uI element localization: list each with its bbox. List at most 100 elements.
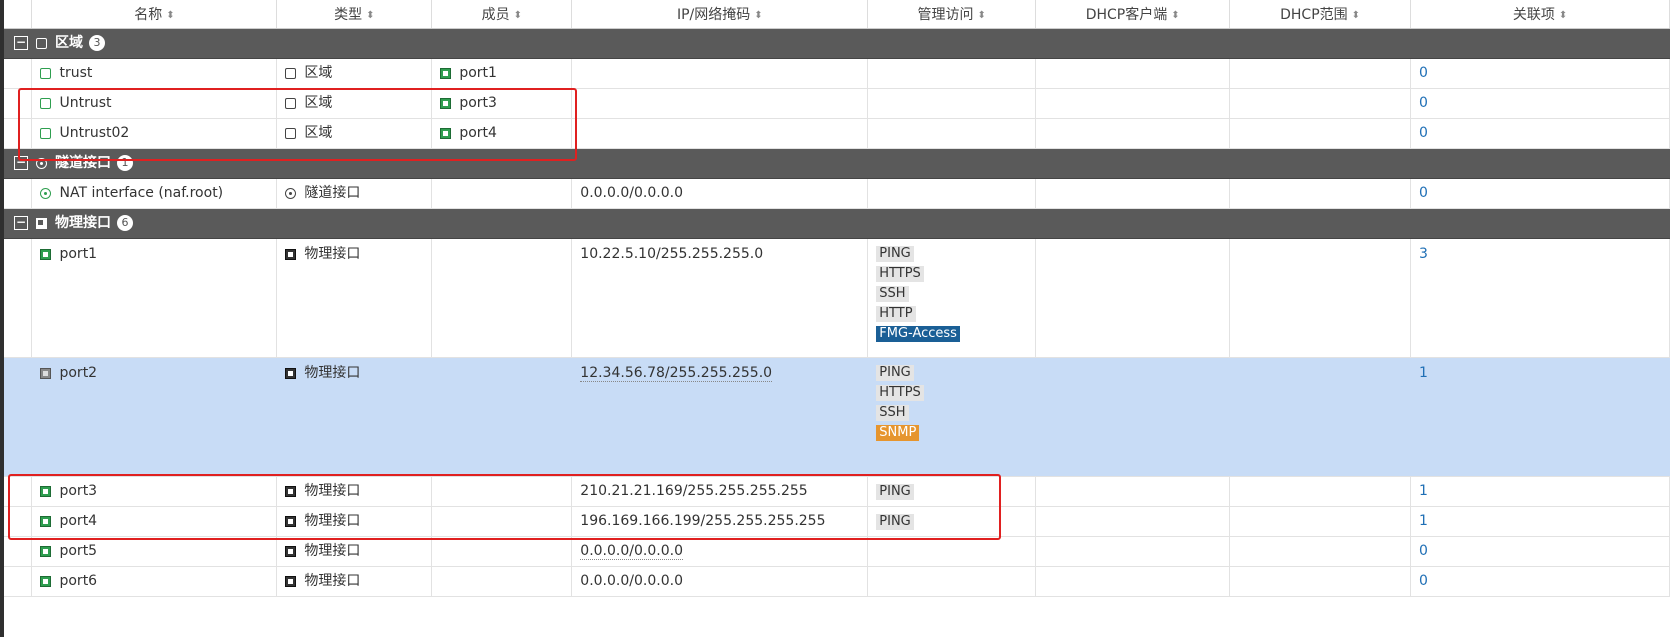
port-icon [40,367,52,379]
references-link[interactable]: 0 [1419,573,1428,589]
interface-name: port6 [59,573,98,589]
references-link[interactable]: 0 [1419,125,1428,141]
references-link[interactable]: 0 [1419,65,1428,81]
sort-icon[interactable]: ⬍ [754,10,762,21]
access-tag: SSH [876,286,909,302]
zone-icon [40,97,52,109]
zone-icon [285,127,297,139]
sort-icon[interactable]: ⬍ [1171,10,1179,21]
ip-mask: 0.0.0.0/0.0.0.0 [580,573,683,589]
ip-mask: 10.22.5.10/255.255.255.0 [580,246,764,262]
access-tag: FMG-Access [876,326,960,342]
group-row-physical[interactable]: − 物理接口 6 [4,208,1670,239]
access-tag: SNMP [876,425,920,441]
ip-mask: 12.34.56.78/255.255.255.0 [580,365,773,382]
port-icon [285,515,297,527]
table-row[interactable]: Untrust02 区域 port4 0 [4,118,1670,149]
zone-icon [285,67,297,79]
table-row[interactable]: port4 物理接口 196.169.166.199/255.255.255.2… [4,506,1670,537]
table-row[interactable]: port6 物理接口 0.0.0.0/0.0.0.0 0 [4,566,1670,597]
interface-name: port2 [59,365,98,381]
port-icon [40,485,52,497]
ip-mask: 0.0.0.0/0.0.0.0 [580,185,683,201]
table-row[interactable]: port5 物理接口 0.0.0.0/0.0.0.0 0 [4,536,1670,567]
port-icon [285,367,297,379]
interface-name: NAT interface (naf.root) [59,185,224,201]
table-row[interactable]: trust 区域 port1 0 [4,58,1670,89]
port-icon [40,575,52,587]
group-row-zone[interactable]: − 区域 3 [4,28,1670,59]
collapse-icon[interactable]: − [14,216,28,230]
port-icon [40,248,52,260]
interface-name: port3 [59,483,98,499]
sort-icon[interactable]: ⬍ [1559,10,1567,21]
interface-name: port1 [59,246,98,262]
port-icon [285,485,297,497]
references-link[interactable]: 3 [1419,246,1428,262]
port-icon [285,248,297,260]
group-count-badge: 3 [89,35,105,51]
interface-name: trust [59,65,93,81]
group-count-badge: 1 [117,155,133,171]
port-icon [40,515,52,527]
references-link[interactable]: 1 [1419,365,1428,381]
tunnel-icon [285,187,297,199]
interface-name: Untrust [59,95,112,111]
header-references[interactable]: 关联项 ⬍ [1410,0,1670,29]
port-icon [440,67,452,79]
references-link[interactable]: 0 [1419,543,1428,559]
port-icon [36,217,47,229]
port-icon [440,97,452,109]
header-dhcp-client[interactable]: DHCP客户端 ⬍ [1035,0,1231,29]
zone-icon [40,67,52,79]
header-name[interactable]: 名称 ⬍ [31,0,278,29]
admin-access-list: PING HTTPS SSH HTTP FMG-Access [876,245,1035,345]
access-tag: HTTPS [876,266,924,282]
references-link[interactable]: 1 [1419,483,1428,499]
group-row-tunnel[interactable]: − 隧道接口 1 [4,148,1670,179]
sort-icon[interactable]: ⬍ [978,10,986,21]
table-row[interactable]: port1 物理接口 10.22.5.10/255.255.255.0 PING… [4,238,1670,358]
interface-name: port4 [59,513,98,529]
ip-mask: 0.0.0.0/0.0.0.0 [580,543,683,560]
header-members[interactable]: 成员 ⬍ [431,0,573,29]
table-row[interactable]: Untrust 区域 port3 0 [4,88,1670,119]
access-tag: SSH [876,405,909,421]
table-header: 名称 ⬍ 类型 ⬍ 成员 ⬍ IP/网络掩码 ⬍ 管理访问 ⬍ DHCP客户端 ⬍ DHCP… [4,0,1670,29]
references-link[interactable]: 0 [1419,95,1428,111]
references-link[interactable]: 0 [1419,185,1428,201]
collapse-icon[interactable]: − [14,156,28,170]
interface-name: port5 [59,543,98,559]
header-admin-access[interactable]: 管理访问 ⬍ [867,0,1037,29]
port-icon [440,127,452,139]
header-ip-mask[interactable]: IP/网络掩码 ⬍ [571,0,869,29]
ip-mask: 196.169.166.199/255.255.255.255 [580,513,826,529]
access-tag: PING [876,484,914,500]
zone-icon [285,97,297,109]
tunnel-icon [36,157,47,169]
interface-name: Untrust02 [59,125,130,141]
admin-access-list: PING HTTPS SSH SNMP [876,364,1035,444]
collapse-icon[interactable]: − [14,36,28,50]
access-tag: HTTPS [876,385,924,401]
port-icon [285,575,297,587]
header-type[interactable]: 类型 ⬍ [276,0,433,29]
access-tag: HTTP [876,306,916,322]
table-row[interactable]: port2 物理接口 12.34.56.78/255.255.255.0 PIN… [4,357,1670,477]
access-tag: PING [876,514,914,530]
group-count-badge: 6 [117,215,133,231]
port-icon [285,545,297,557]
ip-mask: 210.21.21.169/255.255.255.255 [580,483,808,499]
header-dhcp-range[interactable]: DHCP范围 ⬍ [1229,0,1412,29]
references-link[interactable]: 1 [1419,513,1428,529]
sort-icon[interactable]: ⬍ [1352,10,1360,21]
port-icon [40,545,52,557]
sort-icon[interactable]: ⬍ [166,10,174,21]
interfaces-page: 名称 ⬍ 类型 ⬍ 成员 ⬍ IP/网络掩码 ⬍ 管理访问 ⬍ DHCP客户端 ⬍ DHCP… [0,0,1670,637]
sort-icon[interactable]: ⬍ [366,10,374,21]
table-row[interactable]: port3 物理接口 210.21.21.169/255.255.255.255… [4,476,1670,507]
sort-icon[interactable]: ⬍ [514,10,522,21]
tunnel-icon [40,187,52,199]
zone-icon [40,127,52,139]
table-row[interactable]: NAT interface (naf.root) 隧道接口 0.0.0.0/0.… [4,178,1670,209]
